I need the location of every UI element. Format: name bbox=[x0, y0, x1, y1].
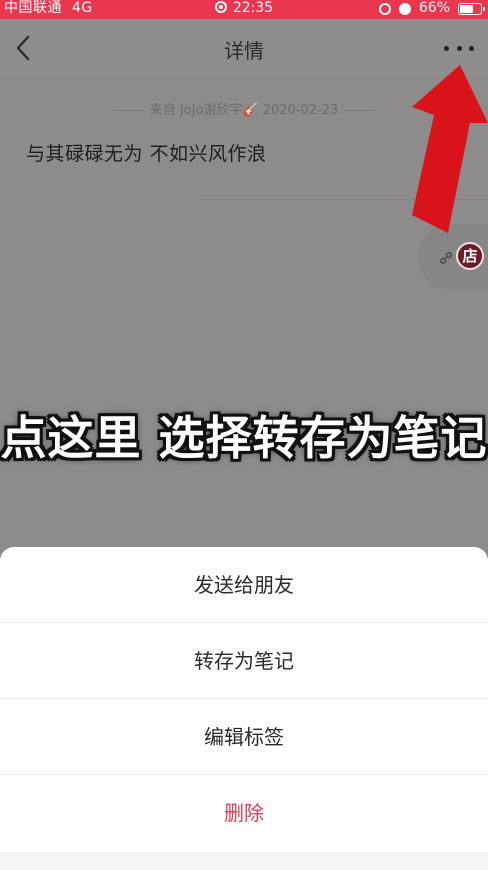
save-as-note-option[interactable]: 转存为笔记 bbox=[0, 623, 488, 699]
divider-left bbox=[113, 110, 144, 111]
battery-fill bbox=[460, 4, 473, 13]
source-text: 来自 JoJo谢欣宇🎸 2020-02-23 bbox=[149, 103, 339, 118]
alarm-icon bbox=[398, 2, 411, 15]
recording-icon bbox=[214, 1, 227, 13]
delete-option[interactable]: 删除 bbox=[0, 775, 488, 851]
status-right: 66% bbox=[378, 0, 485, 17]
link-icon[interactable] bbox=[438, 250, 454, 266]
store-badge[interactable]: 店 bbox=[456, 242, 484, 270]
orientation-lock-icon bbox=[378, 2, 391, 15]
battery-icon bbox=[458, 2, 485, 15]
send-to-friend-option[interactable]: 发送给朋友 bbox=[0, 547, 488, 623]
more-dot bbox=[469, 45, 474, 51]
action-sheet: 发送给朋友 转存为笔记 编辑标签 删除 bbox=[0, 547, 488, 870]
edit-tags-option[interactable]: 编辑标签 bbox=[0, 699, 488, 775]
more-dot bbox=[444, 45, 449, 51]
sheet-cancel-strip[interactable] bbox=[0, 852, 488, 870]
note-text: 与其碌碌无为 不如兴风作浪 bbox=[26, 143, 267, 165]
red-arrow-annotation bbox=[412, 65, 488, 233]
tutorial-caption: 点这里 选择转存为笔记 bbox=[0, 411, 488, 465]
more-dot bbox=[456, 45, 462, 51]
status-bar: 中国联通 4G 22:35 66% bbox=[0, 0, 488, 19]
divider-right bbox=[344, 110, 375, 111]
page-title: 详情 bbox=[224, 39, 264, 63]
more-options-icon[interactable] bbox=[444, 39, 474, 57]
note-content: 来自 JoJo谢欣宇🎸 2020-02-23 与其碌碌无为 不如兴风作浪 店 点… bbox=[0, 65, 488, 547]
status-time: 22:35 bbox=[232, 0, 274, 16]
battery-percent: 66% bbox=[418, 0, 450, 16]
